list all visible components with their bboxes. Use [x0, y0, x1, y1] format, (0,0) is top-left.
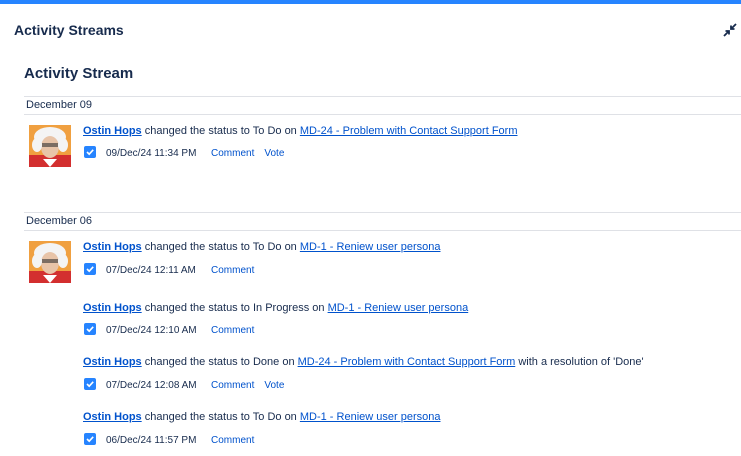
day-header: December 06 — [24, 212, 741, 231]
stream-title: Activity Stream — [24, 65, 134, 82]
user-link[interactable]: Ostin Hops — [83, 125, 142, 137]
activity-suffix: with a resolution of 'Done' — [515, 356, 644, 368]
timestamp: 06/Dec/24 11:57 PM — [106, 435, 197, 446]
issue-link[interactable]: MD-1 - Reniew user persona — [300, 411, 441, 423]
user-link[interactable]: Ostin Hops — [83, 302, 142, 314]
comment-link[interactable]: Comment — [211, 380, 254, 391]
activity-meta: 06/Dec/24 11:57 PM Comment — [84, 433, 264, 448]
activity-line: Ostin Hops changed the status to In Prog… — [83, 302, 468, 314]
checkbox-checked-icon — [84, 146, 96, 159]
activity-text: changed the status to Done on — [141, 356, 298, 368]
day-header: December 09 — [24, 96, 741, 115]
timestamp: 07/Dec/24 12:08 AM — [106, 380, 197, 391]
activity-text: changed the status to To Do on — [141, 125, 300, 137]
avatar[interactable] — [29, 125, 71, 167]
activity-meta: 07/Dec/24 12:08 AM Comment Vote — [84, 378, 294, 393]
comment-link[interactable]: Comment — [211, 325, 254, 336]
activity-line: Ostin Hops changed the status to To Do o… — [83, 125, 518, 137]
issue-link[interactable]: MD-24 - Problem with Contact Support For… — [300, 125, 518, 137]
timestamp: 09/Dec/24 11:34 PM — [106, 148, 197, 159]
gadget-title: Activity Streams — [14, 22, 124, 38]
issue-link[interactable]: MD-1 - Reniew user persona — [328, 302, 469, 314]
issue-link[interactable]: MD-24 - Problem with Contact Support For… — [298, 356, 516, 368]
user-link[interactable]: Ostin Hops — [83, 411, 142, 423]
activity-meta: 09/Dec/24 11:34 PM Comment Vote — [84, 146, 294, 161]
activity-meta: 07/Dec/24 12:10 AM Comment — [84, 323, 264, 338]
checkbox-checked-icon — [84, 323, 96, 336]
activity-line: Ostin Hops changed the status to To Do o… — [83, 241, 440, 253]
avatar[interactable] — [29, 241, 71, 283]
comment-link[interactable]: Comment — [211, 148, 254, 159]
activity-text: changed the status to To Do on — [141, 411, 300, 423]
activity-line: Ostin Hops changed the status to Done on… — [83, 356, 644, 368]
timestamp: 07/Dec/24 12:11 AM — [106, 265, 196, 276]
user-link[interactable]: Ostin Hops — [83, 356, 142, 368]
comment-link[interactable]: Comment — [211, 265, 254, 276]
user-link[interactable]: Ostin Hops — [83, 241, 142, 253]
comment-link[interactable]: Comment — [211, 435, 254, 446]
issue-link[interactable]: MD-1 - Reniew user persona — [300, 241, 441, 253]
activity-text: changed the status to To Do on — [141, 241, 300, 253]
vote-link[interactable]: Vote — [264, 380, 284, 391]
checkbox-checked-icon — [84, 433, 96, 446]
top-accent-bar — [0, 0, 741, 4]
timestamp: 07/Dec/24 12:10 AM — [106, 325, 197, 336]
minimize-icon[interactable] — [722, 22, 738, 38]
checkbox-checked-icon — [84, 263, 96, 276]
activity-meta: 07/Dec/24 12:11 AM Comment — [84, 263, 264, 278]
vote-link[interactable]: Vote — [264, 148, 284, 159]
checkbox-checked-icon — [84, 378, 96, 391]
activity-text: changed the status to In Progress on — [141, 302, 328, 314]
activity-line: Ostin Hops changed the status to To Do o… — [83, 411, 440, 423]
